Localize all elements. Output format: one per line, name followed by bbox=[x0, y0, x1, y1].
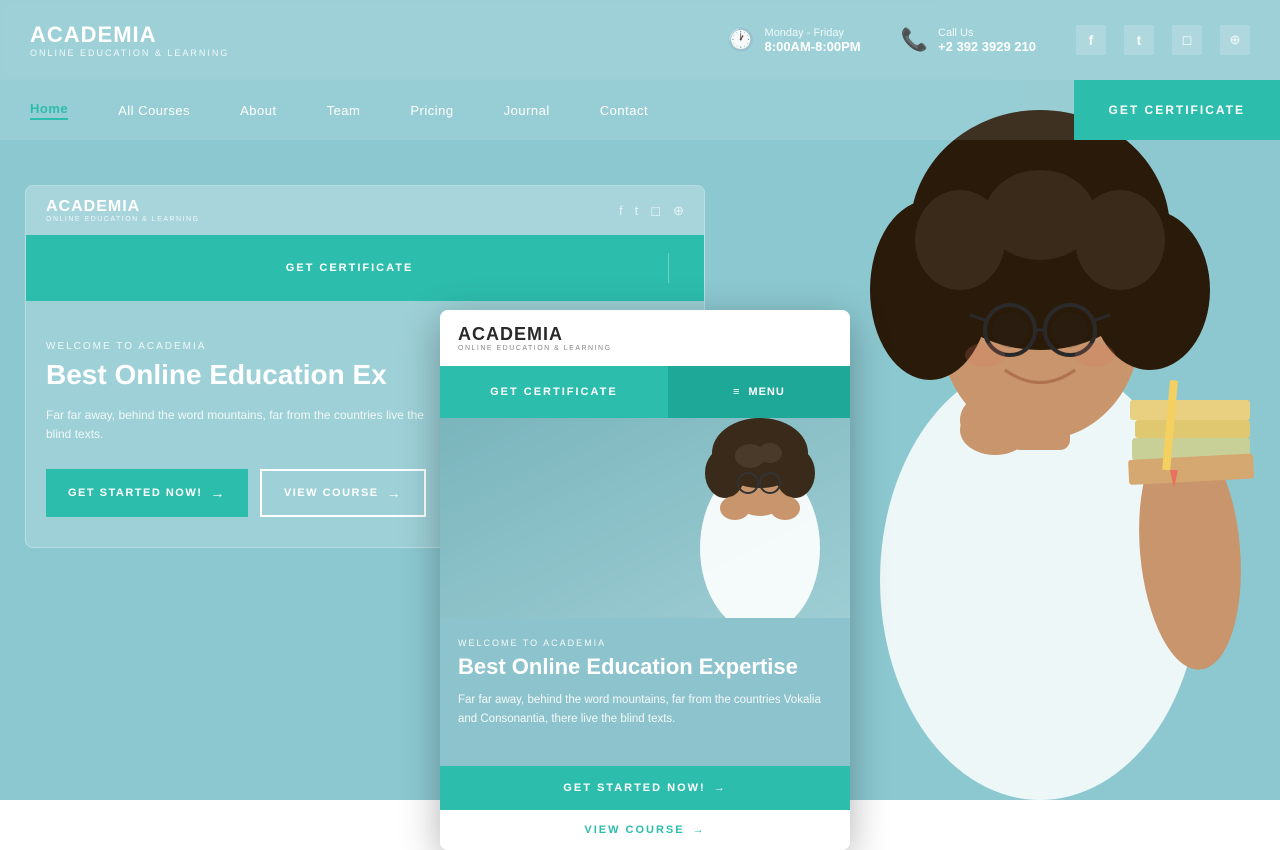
schedule-value: 8:00AM-8:00PM bbox=[765, 39, 861, 54]
mobile-get-certificate-button[interactable]: GET CERTIFICATE bbox=[440, 366, 668, 418]
mobile-view-course-label: VIEW COURSE bbox=[584, 824, 684, 836]
desktop-get-certificate-button[interactable]: GET CERTIFICATE bbox=[46, 262, 653, 274]
mobile-logo-title: ACADEMIA bbox=[458, 324, 612, 345]
mobile-menu-button[interactable]: ≡ MENU bbox=[668, 366, 850, 418]
arrow-icon: → bbox=[210, 485, 226, 501]
schedule-text: Monday - Friday 8:00AM-8:00PM bbox=[765, 27, 861, 54]
desktop-logo: ACADEMIA ONLINE EDUCATION & LEARNING bbox=[46, 198, 200, 223]
twitter-icon[interactable]: t bbox=[1124, 25, 1154, 55]
desktop-card-cta-bar: GET CERTIFICATE bbox=[26, 235, 704, 301]
menu-label: MENU bbox=[748, 386, 784, 398]
dc-facebook-icon: f bbox=[619, 203, 623, 219]
nav-cta-button[interactable]: GET CERTIFICATE bbox=[1074, 80, 1280, 140]
cta-divider bbox=[668, 253, 669, 283]
instagram-icon[interactable]: ◻ bbox=[1172, 25, 1202, 55]
desktop-view-course-button[interactable]: VIEW COURSE → bbox=[260, 469, 426, 517]
schedule-info: 🕐 Monday - Friday 8:00AM-8:00PM bbox=[727, 27, 861, 54]
nav-pricing[interactable]: Pricing bbox=[410, 103, 453, 118]
mobile-card-header: ACADEMIA ONLINE EDUCATION & LEARNING bbox=[440, 310, 850, 366]
mobile-hero-image bbox=[440, 418, 850, 618]
dribbble-icon[interactable]: ⊕ bbox=[1220, 25, 1250, 55]
nav-links: Home All Courses About Team Pricing Jour… bbox=[0, 101, 1074, 120]
nav-journal[interactable]: Journal bbox=[504, 103, 550, 118]
dc-instagram-icon: ◻ bbox=[650, 203, 661, 219]
get-started-label: GET STARTED NOW! bbox=[68, 487, 202, 499]
top-info: 🕐 Monday - Friday 8:00AM-8:00PM 📞 Call U… bbox=[727, 27, 1036, 54]
desktop-body-text: Far far away, behind the word mountains,… bbox=[46, 406, 426, 444]
nav-contact[interactable]: Contact bbox=[600, 103, 648, 118]
phone-text: Call Us +2 392 3929 210 bbox=[938, 27, 1036, 54]
mobile-arrow-icon-2: → bbox=[693, 824, 706, 836]
mobile-welcome-text: WELCOME TO ACADEMIA bbox=[458, 638, 832, 648]
mobile-preview-card: ACADEMIA ONLINE EDUCATION & LEARNING GET… bbox=[440, 310, 850, 850]
hero-illustration bbox=[440, 418, 850, 618]
nav-team[interactable]: Team bbox=[327, 103, 361, 118]
nav-home[interactable]: Home bbox=[30, 101, 68, 120]
desktop-logo-title: ACADEMIA bbox=[46, 198, 200, 216]
view-course-label: VIEW COURSE bbox=[284, 487, 379, 499]
mobile-card-body: WELCOME TO ACADEMIA Best Online Educatio… bbox=[440, 618, 850, 766]
nav-all-courses[interactable]: All Courses bbox=[118, 103, 190, 118]
mobile-logo-subtitle: ONLINE EDUCATION & LEARNING bbox=[458, 345, 612, 352]
mobile-get-started-label: GET STARTED NOW! bbox=[563, 782, 705, 794]
social-links: f t ◻ ⊕ bbox=[1076, 25, 1250, 55]
desktop-card-header: ACADEMIA ONLINE EDUCATION & LEARNING f t… bbox=[26, 186, 704, 235]
top-bar: ACADEMIA ONLINE EDUCATION & LEARNING 🕐 M… bbox=[0, 0, 1280, 80]
mobile-logo: ACADEMIA ONLINE EDUCATION & LEARNING bbox=[458, 324, 612, 352]
logo-title: ACADEMIA bbox=[30, 22, 229, 48]
arrow-icon-2: → bbox=[387, 485, 403, 501]
nav-about[interactable]: About bbox=[240, 103, 276, 118]
mobile-get-started-button[interactable]: GET STARTED NOW! → bbox=[440, 766, 850, 810]
desktop-logo-subtitle: ONLINE EDUCATION & LEARNING bbox=[46, 216, 200, 223]
phone-icon: 📞 bbox=[901, 27, 928, 53]
facebook-icon[interactable]: f bbox=[1076, 25, 1106, 55]
phone-info: 📞 Call Us +2 392 3929 210 bbox=[901, 27, 1036, 54]
desktop-get-started-button[interactable]: GET STARTED NOW! → bbox=[46, 469, 248, 517]
mobile-card-cta-bar: GET CERTIFICATE ≡ MENU bbox=[440, 366, 850, 418]
mobile-view-course-button[interactable]: VIEW COURSE → bbox=[440, 810, 850, 850]
main-content: ACADEMIA ONLINE EDUCATION & LEARNING f t… bbox=[0, 140, 1280, 800]
phone-value: +2 392 3929 210 bbox=[938, 39, 1036, 54]
schedule-label: Monday - Friday bbox=[765, 27, 861, 39]
desktop-social: f t ◻ ⊕ bbox=[619, 203, 684, 219]
mobile-headline: Best Online Education Expertise bbox=[458, 654, 832, 679]
clock-icon: 🕐 bbox=[727, 27, 754, 53]
menu-icon: ≡ bbox=[733, 386, 740, 398]
mobile-body-text: Far far away, behind the word mountains,… bbox=[458, 691, 832, 728]
dc-twitter-icon: t bbox=[635, 203, 639, 219]
phone-label: Call Us bbox=[938, 27, 1036, 39]
mobile-arrow-icon: → bbox=[714, 782, 727, 794]
dc-dribbble-icon: ⊕ bbox=[673, 203, 684, 219]
logo: ACADEMIA ONLINE EDUCATION & LEARNING bbox=[30, 22, 229, 58]
logo-subtitle: ONLINE EDUCATION & LEARNING bbox=[30, 48, 229, 58]
nav-bar: Home All Courses About Team Pricing Jour… bbox=[0, 80, 1280, 140]
